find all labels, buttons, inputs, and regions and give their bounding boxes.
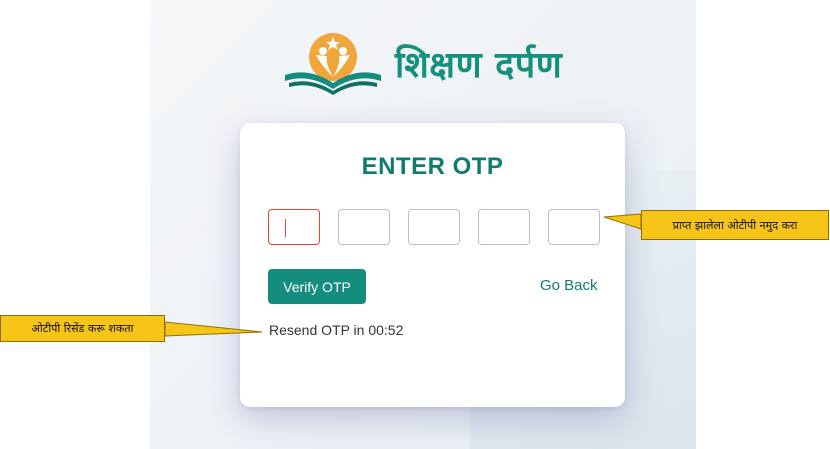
- otp-digit-2[interactable]: [338, 209, 390, 245]
- otp-title: ENTER OTP: [361, 153, 504, 180]
- otp-digit-1[interactable]: [268, 209, 320, 245]
- otp-card: ENTER OTP Verify OTP Go Back Resend OTP …: [240, 123, 625, 407]
- go-back-link[interactable]: Go Back: [540, 277, 598, 294]
- brand-header: शिक्षण दर्पण: [283, 30, 562, 96]
- resend-otp-timer: Resend OTP in 00:52: [269, 322, 404, 338]
- brand-name: शिक्षण दर्पण: [395, 44, 563, 86]
- resend-hint-callout: ओटीपी रिसेंड करू शकता: [0, 315, 165, 342]
- open-book-star-icon: [283, 31, 383, 95]
- otp-digit-5[interactable]: [548, 209, 600, 245]
- verify-otp-button[interactable]: Verify OTP: [268, 269, 366, 304]
- otp-digit-3[interactable]: [408, 209, 460, 245]
- text-cursor: [285, 219, 286, 237]
- otp-hint-callout: प्राप्त झालेला ओटीपी नमुद करा: [641, 210, 829, 240]
- otp-digit-4[interactable]: [478, 209, 530, 245]
